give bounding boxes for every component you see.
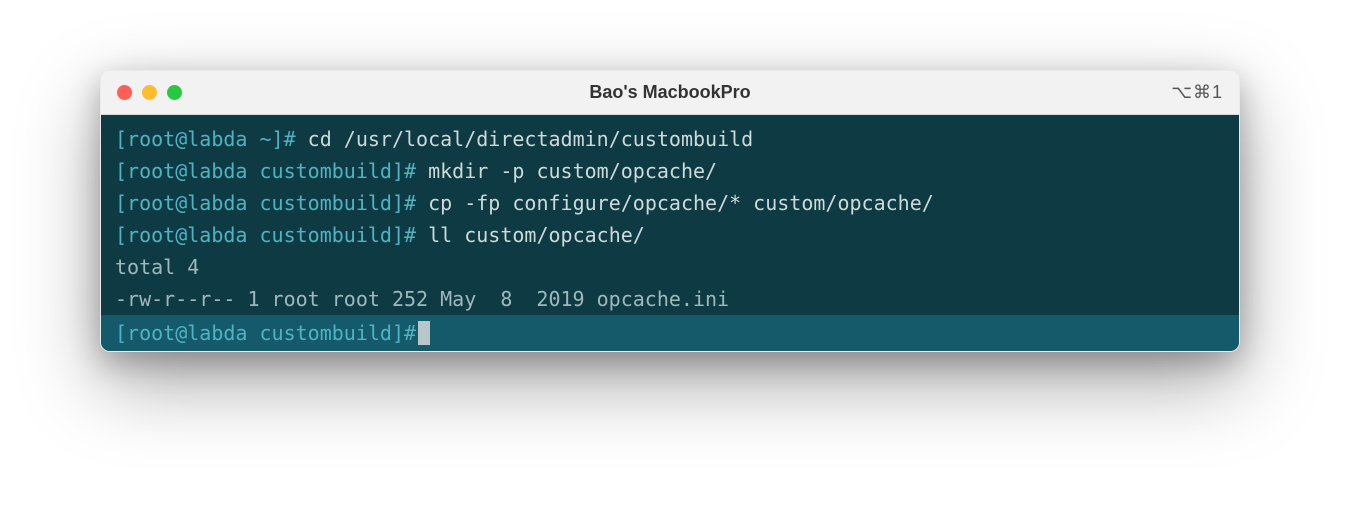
traffic-lights bbox=[117, 85, 182, 100]
prompt: [root@labda custombuild]# bbox=[115, 159, 416, 183]
window-title: Bao's MacbookPro bbox=[589, 82, 750, 103]
prompt: [root@labda custombuild]# bbox=[115, 191, 416, 215]
cursor bbox=[418, 321, 430, 345]
maximize-button[interactable] bbox=[167, 85, 182, 100]
prompt: [root@labda custombuild]# bbox=[115, 223, 416, 247]
minimize-button[interactable] bbox=[142, 85, 157, 100]
command-text: cp -fp configure/opcache/* custom/opcach… bbox=[428, 191, 934, 215]
window-shortcut: ⌥⌘1 bbox=[1171, 82, 1223, 103]
terminal-current-line[interactable]: [root@labda custombuild]# bbox=[101, 315, 1239, 351]
command-text: cd /usr/local/directadmin/custombuild bbox=[308, 127, 754, 151]
terminal-output: -rw-r--r-- 1 root root 252 May 8 2019 op… bbox=[101, 283, 1239, 315]
titlebar[interactable]: Bao's MacbookPro ⌥⌘1 bbox=[101, 71, 1239, 115]
terminal-body[interactable]: [root@labda ~]# cd /usr/local/directadmi… bbox=[101, 115, 1239, 351]
terminal-line: [root@labda custombuild]# mkdir -p custo… bbox=[101, 155, 1239, 187]
prompt: [root@labda ~]# bbox=[115, 127, 296, 151]
terminal-output: total 4 bbox=[101, 251, 1239, 283]
command-text: mkdir -p custom/opcache/ bbox=[428, 159, 717, 183]
terminal-line: [root@labda ~]# cd /usr/local/directadmi… bbox=[101, 123, 1239, 155]
terminal-line: [root@labda custombuild]# ll custom/opca… bbox=[101, 219, 1239, 251]
command-text: ll custom/opcache/ bbox=[428, 223, 645, 247]
terminal-line: [root@labda custombuild]# cp -fp configu… bbox=[101, 187, 1239, 219]
prompt: [root@labda custombuild]# bbox=[115, 317, 416, 349]
terminal-window: Bao's MacbookPro ⌥⌘1 [root@labda ~]# cd … bbox=[100, 70, 1240, 352]
close-button[interactable] bbox=[117, 85, 132, 100]
